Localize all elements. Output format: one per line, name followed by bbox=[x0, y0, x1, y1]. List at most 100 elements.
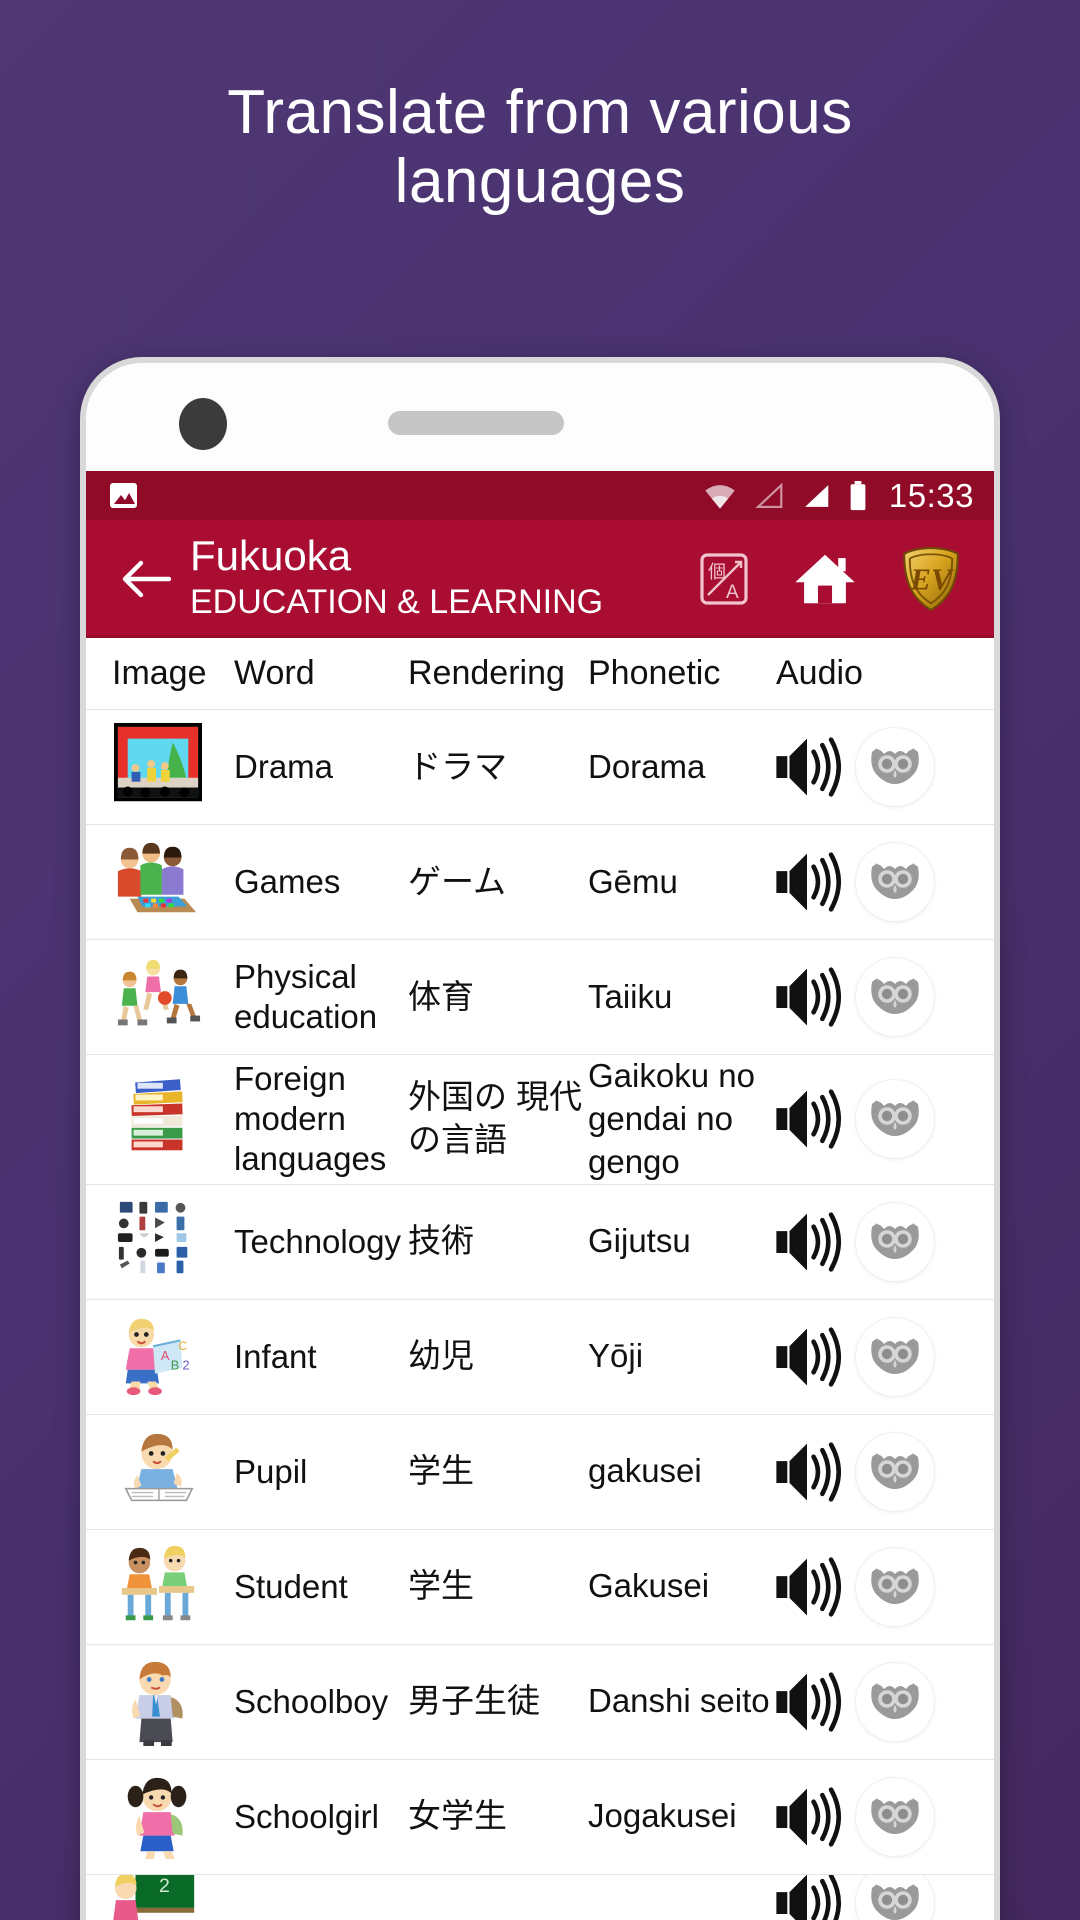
row-thumbnail bbox=[86, 1198, 234, 1286]
row-rendering: 男子生徒 bbox=[408, 1682, 540, 1720]
column-header-image: Image bbox=[112, 654, 207, 692]
row-thumbnail bbox=[86, 1874, 234, 1920]
row-thumbnail bbox=[86, 1075, 234, 1163]
owl-button[interactable] bbox=[856, 958, 934, 1036]
technology-devices-image bbox=[117, 1201, 188, 1273]
table-row[interactable]: Foreign modern languages 外国の 現代の言語 Gaiko… bbox=[86, 1055, 994, 1185]
row-rendering: 学生 bbox=[408, 1452, 474, 1490]
phone-bezel bbox=[86, 363, 994, 471]
speaker-icon[interactable] bbox=[772, 1209, 842, 1275]
speaker-icon[interactable] bbox=[772, 1439, 842, 1505]
speaker-icon[interactable] bbox=[772, 849, 842, 915]
pupil-reading-image bbox=[124, 1432, 194, 1502]
table-header-row: Image Word Rendering Phonetic Audio bbox=[86, 638, 994, 710]
table-row-partial[interactable] bbox=[86, 1874, 994, 1920]
row-rendering: 学生 bbox=[408, 1567, 474, 1605]
owl-icon bbox=[871, 1884, 919, 1920]
table-row[interactable]: Schoolgirl 女学生 Jogakusei bbox=[86, 1759, 994, 1875]
speaker-icon[interactable] bbox=[772, 964, 842, 1030]
speaker-icon[interactable] bbox=[772, 1784, 842, 1850]
owl-button[interactable] bbox=[856, 1317, 934, 1396]
row-phonetic: Dorama bbox=[588, 747, 706, 785]
row-phonetic: Danshi seito bbox=[588, 1682, 770, 1720]
owl-icon bbox=[871, 748, 919, 784]
speaker-icon[interactable] bbox=[772, 1086, 842, 1152]
owl-button[interactable] bbox=[856, 843, 934, 921]
row-audio-controls bbox=[770, 958, 966, 1036]
signal-full-icon bbox=[804, 484, 829, 507]
app-bar-actions: 個 A EV bbox=[698, 546, 968, 612]
owl-button[interactable] bbox=[856, 1547, 934, 1626]
foreign-language-books-image bbox=[131, 1079, 183, 1151]
status-bar-indicators: 15:33 bbox=[703, 477, 974, 515]
table-row[interactable]: Physical education 体育 Taiiku bbox=[86, 940, 994, 1055]
owl-icon bbox=[871, 1337, 919, 1374]
row-thumbnail bbox=[86, 1773, 234, 1861]
schoolgirl-image bbox=[126, 1776, 188, 1860]
speaker-icon[interactable] bbox=[772, 1324, 842, 1390]
row-word: Games bbox=[234, 862, 341, 900]
table-row[interactable]: Infant 幼児 Yōji bbox=[86, 1299, 994, 1415]
column-header-phonetic: Phonetic bbox=[588, 654, 721, 692]
status-bar-notifications bbox=[110, 483, 137, 508]
owl-button[interactable] bbox=[856, 1202, 934, 1281]
row-phonetic: Gijutsu bbox=[588, 1222, 691, 1260]
row-audio-controls bbox=[770, 1874, 966, 1920]
owl-icon bbox=[871, 1222, 919, 1259]
row-thumbnail bbox=[86, 723, 234, 811]
row-word: Foreign modern languages bbox=[234, 1059, 387, 1178]
front-camera bbox=[179, 398, 227, 450]
row-audio-controls bbox=[770, 1777, 966, 1856]
owl-icon bbox=[871, 1452, 919, 1489]
table-row[interactable]: Games ゲーム Gēmu bbox=[86, 825, 994, 940]
speaker-icon[interactable] bbox=[772, 1874, 842, 1920]
table-row[interactable]: Technology 技術 Gijutsu bbox=[86, 1184, 994, 1300]
speaker-icon[interactable] bbox=[772, 734, 842, 800]
owl-button[interactable] bbox=[856, 728, 934, 806]
speaker-icon[interactable] bbox=[772, 1554, 842, 1620]
speaker-icon[interactable] bbox=[772, 1669, 842, 1735]
infant-baby-image bbox=[124, 1317, 191, 1396]
row-rendering: 外国の 現代の言語 bbox=[408, 1078, 583, 1159]
column-header-rendering: Rendering bbox=[408, 654, 565, 692]
row-word: Schoolboy bbox=[234, 1682, 389, 1720]
back-button[interactable] bbox=[114, 557, 176, 601]
promo-headline: Translate from various languages bbox=[0, 78, 1080, 217]
page-title: Fukuoka bbox=[190, 531, 352, 579]
translate-icon[interactable]: 個 A bbox=[698, 551, 750, 607]
row-audio-controls bbox=[770, 1080, 966, 1159]
row-rendering: 女学生 bbox=[408, 1797, 507, 1835]
home-icon[interactable] bbox=[792, 550, 858, 608]
row-rendering: 技術 bbox=[408, 1222, 474, 1260]
students-desks-image bbox=[121, 1545, 195, 1620]
photo-icon bbox=[110, 483, 137, 508]
row-word: Drama bbox=[234, 747, 334, 785]
owl-button[interactable] bbox=[856, 1080, 934, 1159]
owl-button[interactable] bbox=[856, 1662, 934, 1741]
owl-icon bbox=[871, 1100, 919, 1137]
wifi-icon bbox=[705, 484, 735, 509]
row-thumbnail bbox=[86, 1313, 234, 1401]
owl-button[interactable] bbox=[856, 1777, 934, 1856]
row-phonetic: Gakusei bbox=[588, 1567, 710, 1605]
column-header-audio: Audio bbox=[776, 654, 863, 692]
table-row[interactable]: Pupil 学生 gakusei bbox=[86, 1414, 994, 1530]
row-word: Technology bbox=[234, 1222, 401, 1260]
owl-button[interactable] bbox=[856, 1432, 934, 1511]
table-row[interactable]: Schoolboy 男子生徒 Danshi seito bbox=[86, 1644, 994, 1760]
games-boardgame-image bbox=[117, 842, 197, 913]
ev-shield-logo[interactable]: EV bbox=[900, 546, 962, 612]
row-audio-controls bbox=[770, 1547, 966, 1626]
table-row[interactable]: Drama ドラマ Dorama bbox=[86, 710, 994, 825]
row-word: Pupil bbox=[234, 1452, 308, 1490]
table-row[interactable]: Student 学生 Gakusei bbox=[86, 1529, 994, 1645]
page-subtitle: EDUCATION & LEARNING bbox=[190, 582, 604, 621]
owl-icon bbox=[871, 863, 919, 899]
row-thumbnail bbox=[86, 1428, 234, 1516]
owl-icon bbox=[871, 1567, 919, 1604]
owl-button[interactable] bbox=[856, 1874, 934, 1920]
row-phonetic: gakusei bbox=[588, 1452, 702, 1490]
row-phonetic: Jogakusei bbox=[588, 1797, 737, 1835]
owl-icon bbox=[871, 1682, 919, 1719]
svg-text:A: A bbox=[726, 582, 739, 603]
